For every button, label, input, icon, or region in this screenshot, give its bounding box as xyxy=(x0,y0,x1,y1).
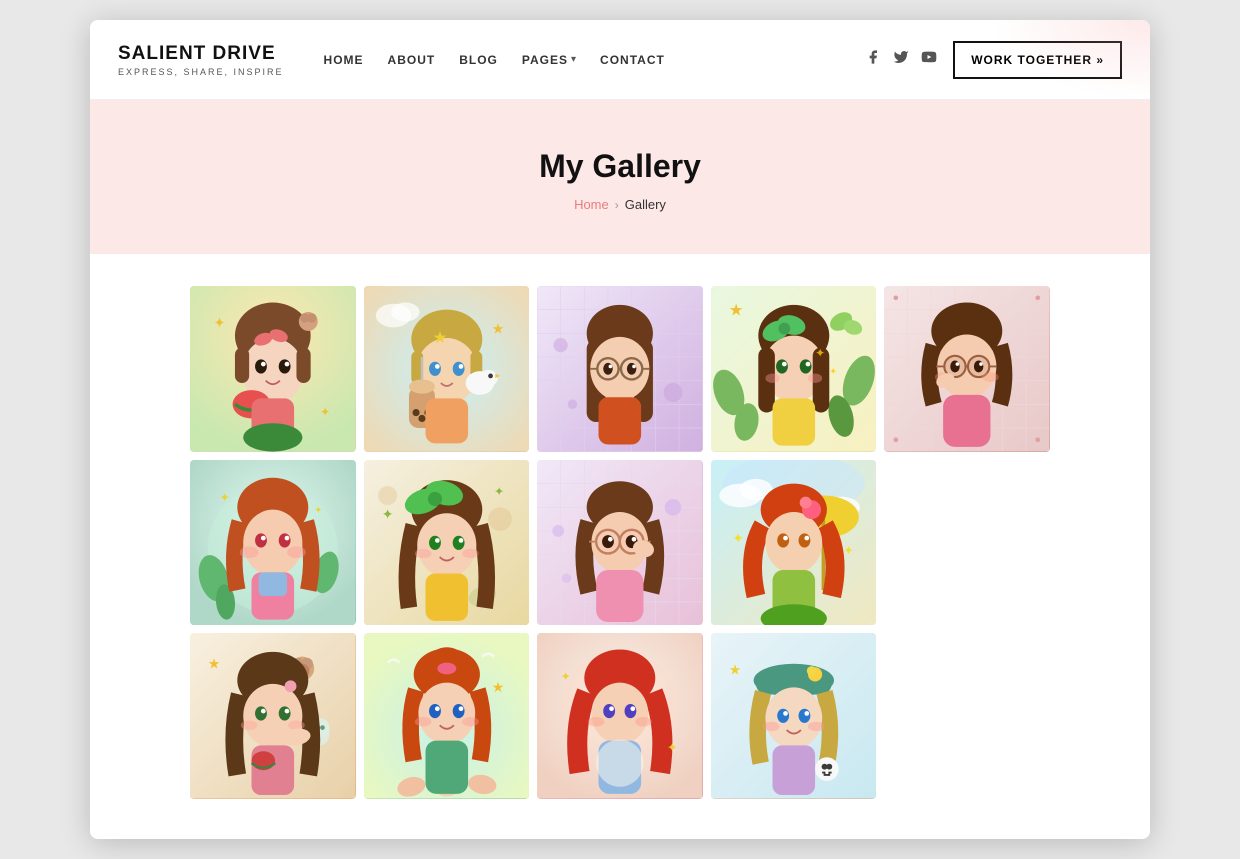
gallery-item-3[interactable] xyxy=(537,286,703,452)
browser-window: SALIENT DRIVE EXPRESS, SHARE, INSPIRE HO… xyxy=(90,20,1150,839)
svg-text:✦: ✦ xyxy=(732,530,744,546)
svg-text:✦: ✦ xyxy=(381,507,393,523)
gallery-item-6[interactable]: ✦ ✦ xyxy=(190,460,356,626)
nav-links: HOME ABOUT BLOG PAGES ▾ CONTACT xyxy=(324,51,665,69)
nav-item-home[interactable]: HOME xyxy=(324,51,364,69)
svg-text:✦: ✦ xyxy=(561,670,571,684)
svg-text:✦: ✦ xyxy=(815,346,825,360)
svg-text:★: ★ xyxy=(208,657,221,673)
svg-text:★: ★ xyxy=(729,301,744,320)
gallery-item-1[interactable]: ✦ ✦ xyxy=(190,286,356,452)
nav-link-home[interactable]: HOME xyxy=(324,53,364,67)
breadcrumb-separator: › xyxy=(615,198,619,212)
work-together-button[interactable]: WORK TOGETHER » xyxy=(953,41,1122,79)
twitter-icon[interactable] xyxy=(893,49,909,70)
svg-text:✦: ✦ xyxy=(667,741,677,755)
nav-link-about[interactable]: ABOUT xyxy=(388,53,436,67)
svg-text:★: ★ xyxy=(432,328,447,347)
gallery-item-13[interactable]: ★ xyxy=(711,633,877,799)
nav-right: WORK TOGETHER » xyxy=(865,41,1122,79)
youtube-icon[interactable] xyxy=(921,49,937,70)
gallery-item-12[interactable]: ✦ ✦ xyxy=(537,633,703,799)
svg-text:✦: ✦ xyxy=(314,505,322,516)
nav-link-pages[interactable]: PAGES xyxy=(522,53,568,67)
svg-text:✦: ✦ xyxy=(220,490,230,504)
navbar: SALIENT DRIVE EXPRESS, SHARE, INSPIRE HO… xyxy=(90,20,1150,100)
gallery-item-9[interactable]: ✦ ✦ xyxy=(711,460,877,626)
svg-text:✦: ✦ xyxy=(320,405,330,419)
svg-text:✦: ✦ xyxy=(494,484,504,498)
breadcrumb: Home › Gallery xyxy=(110,197,1130,212)
breadcrumb-current: Gallery xyxy=(625,197,666,212)
gallery-item-8[interactable] xyxy=(537,460,703,626)
hero-banner: My Gallery Home › Gallery xyxy=(90,100,1150,254)
logo-subtitle: EXPRESS, SHARE, INSPIRE xyxy=(118,67,284,77)
svg-text:★: ★ xyxy=(729,663,742,679)
logo-title: SALIENT DRIVE xyxy=(118,43,284,65)
gallery-section: ✦ ✦ ★ xyxy=(90,254,1150,839)
nav-link-contact[interactable]: CONTACT xyxy=(600,53,665,67)
nav-item-contact[interactable]: CONTACT xyxy=(600,51,665,69)
gallery-item-7[interactable]: ✦ ✦ xyxy=(364,460,530,626)
svg-text:✦: ✦ xyxy=(829,367,837,378)
nav-link-blog[interactable]: BLOG xyxy=(459,53,498,67)
svg-text:★: ★ xyxy=(491,680,504,696)
gallery-grid: ✦ ✦ ★ xyxy=(190,286,1050,799)
gallery-item-5[interactable] xyxy=(884,286,1050,452)
breadcrumb-home-link[interactable]: Home xyxy=(574,197,609,212)
gallery-item-2[interactable]: ★ xyxy=(364,286,530,452)
facebook-icon[interactable] xyxy=(865,49,881,70)
gallery-item-4[interactable]: ✦ ✦ ★ xyxy=(711,286,877,452)
gallery-item-11[interactable]: ★ xyxy=(364,633,530,799)
page-title: My Gallery xyxy=(110,148,1130,185)
nav-item-pages[interactable]: PAGES ▾ xyxy=(522,53,576,67)
svg-text:★: ★ xyxy=(491,321,504,337)
svg-text:✦: ✦ xyxy=(214,315,226,331)
nav-item-blog[interactable]: BLOG xyxy=(459,51,498,69)
gallery-empty-1 xyxy=(884,460,1050,626)
svg-text:✦: ✦ xyxy=(843,543,853,557)
social-icons xyxy=(865,49,937,70)
chevron-down-icon: ▾ xyxy=(571,54,576,65)
logo-area[interactable]: SALIENT DRIVE EXPRESS, SHARE, INSPIRE xyxy=(118,43,284,77)
nav-item-about[interactable]: ABOUT xyxy=(388,51,436,69)
gallery-item-10[interactable]: ★ xyxy=(190,633,356,799)
